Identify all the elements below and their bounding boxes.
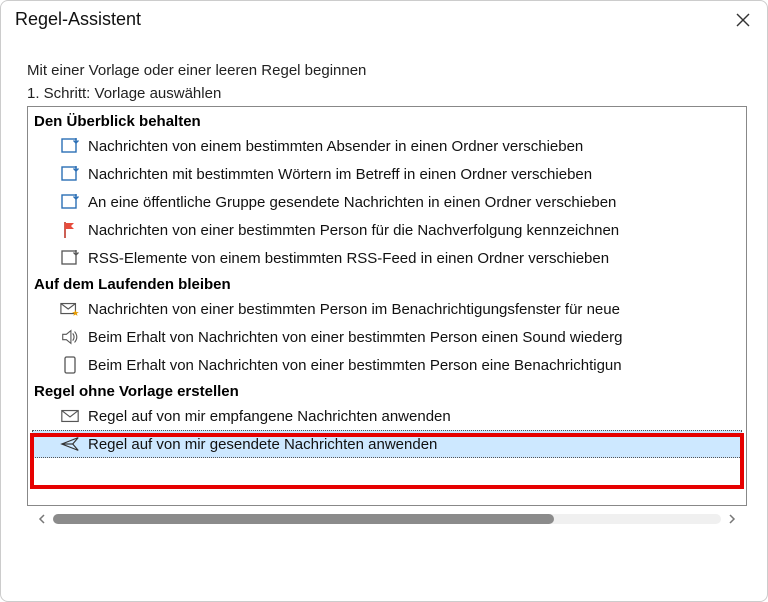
- template-item-label: Nachrichten von einer bestimmten Person …: [88, 222, 619, 239]
- horizontal-scrollbar[interactable]: [27, 506, 747, 530]
- move-to-folder-icon: [60, 164, 80, 184]
- intro-text: Mit einer Vorlage oder einer leeren Rege…: [27, 62, 747, 79]
- move-to-folder-icon: [60, 192, 80, 212]
- sound-icon: [60, 327, 80, 347]
- template-item[interactable]: Nachrichten von einer bestimmten Person …: [32, 216, 742, 244]
- template-item[interactable]: Beim Erhalt von Nachrichten von einer be…: [32, 323, 742, 351]
- section-header: Regel ohne Vorlage erstellen: [32, 379, 742, 402]
- template-item-label: Nachrichten von einer bestimmten Person …: [88, 301, 620, 318]
- rss-folder-icon: [60, 248, 80, 268]
- template-item-label: Regel auf von mir empfangene Nachrichten…: [88, 408, 451, 425]
- move-to-folder-icon: [60, 136, 80, 156]
- template-item-label: Regel auf von mir gesendete Nachrichten …: [88, 436, 437, 453]
- close-icon: [736, 13, 750, 27]
- scrollbar-thumb[interactable]: [53, 514, 554, 524]
- close-button[interactable]: [733, 10, 753, 30]
- scroll-left-icon[interactable]: [35, 512, 49, 526]
- window-title: Regel-Assistent: [15, 9, 141, 30]
- template-item[interactable]: Nachrichten von einem bestimmten Absende…: [32, 132, 742, 160]
- wizard-body: Mit einer Vorlage oder einer leeren Rege…: [1, 38, 767, 534]
- scrollbar-track[interactable]: [53, 514, 721, 524]
- template-item[interactable]: An eine öffentliche Gruppe gesendete Nac…: [32, 188, 742, 216]
- template-item-label: An eine öffentliche Gruppe gesendete Nac…: [88, 194, 616, 211]
- template-item[interactable]: Nachrichten von einer bestimmten Person …: [32, 295, 742, 323]
- template-item-label: Nachrichten von einem bestimmten Absende…: [88, 138, 583, 155]
- template-item[interactable]: RSS-Elemente von einem bestimmten RSS-Fe…: [32, 244, 742, 272]
- mail-star-icon: [60, 299, 80, 319]
- step-label: 1. Schritt: Vorlage auswählen: [27, 85, 747, 102]
- template-item-label: Beim Erhalt von Nachrichten von einer be…: [88, 357, 622, 374]
- rules-wizard-window: Regel-Assistent Mit einer Vorlage oder e…: [0, 0, 768, 602]
- titlebar: Regel-Assistent: [1, 1, 767, 38]
- envelope-icon: [60, 406, 80, 426]
- template-list: Den Überblick behalten Nachrichten von ei…: [27, 106, 747, 506]
- template-item-label: Beim Erhalt von Nachrichten von einer be…: [88, 329, 622, 346]
- template-item[interactable]: Regel auf von mir gesendete Nachrichten …: [32, 430, 742, 458]
- scroll-right-icon[interactable]: [725, 512, 739, 526]
- section-header: Auf dem Laufenden bleiben: [32, 272, 742, 295]
- send-icon: [60, 434, 80, 454]
- flag-icon: [60, 220, 80, 240]
- template-item-label: Nachrichten mit bestimmten Wörtern im Be…: [88, 166, 592, 183]
- template-item[interactable]: Nachrichten mit bestimmten Wörtern im Be…: [32, 160, 742, 188]
- template-item[interactable]: Beim Erhalt von Nachrichten von einer be…: [32, 351, 742, 379]
- section-header: Den Überblick behalten: [32, 109, 742, 132]
- template-item-label: RSS-Elemente von einem bestimmten RSS-Fe…: [88, 250, 609, 267]
- template-item[interactable]: Regel auf von mir empfangene Nachrichten…: [32, 402, 742, 430]
- device-icon: [60, 355, 80, 375]
